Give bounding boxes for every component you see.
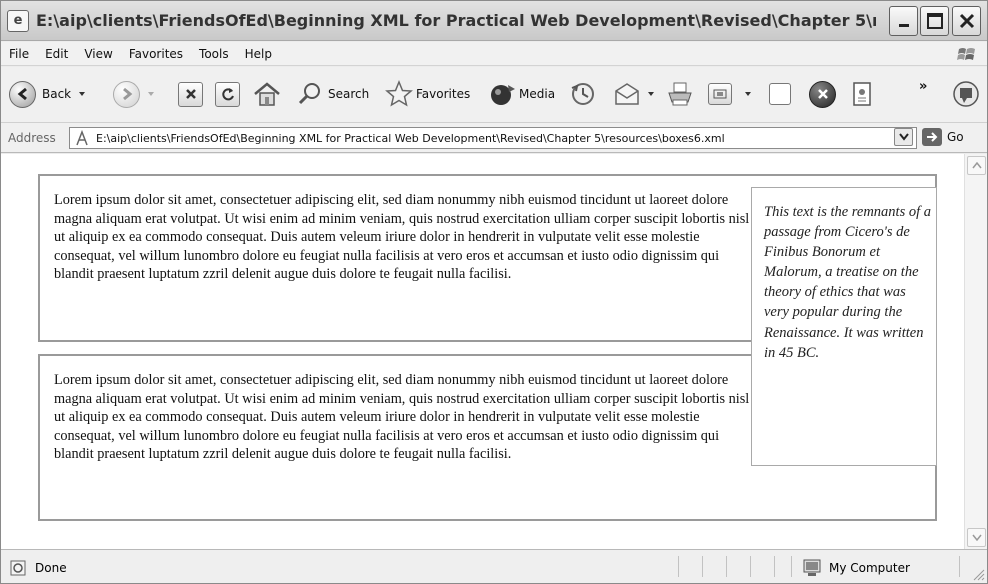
maximize-button[interactable] [920, 6, 949, 36]
home-button[interactable] [253, 77, 281, 111]
menu-view[interactable]: View [76, 47, 120, 61]
close-button[interactable] [952, 6, 981, 36]
media-button[interactable]: Media [488, 77, 555, 111]
history-button[interactable] [569, 77, 597, 111]
back-dropdown-icon [79, 92, 86, 96]
title-bar[interactable]: e E:\aip\clients\FriendsOfEd\Beginning X… [1, 1, 987, 41]
search-label: Search [328, 87, 370, 101]
refresh-icon [215, 81, 240, 107]
scroll-down-button[interactable] [967, 528, 986, 547]
floating-sidebar: This text is the remnants of a passage f… [751, 187, 937, 466]
go-button[interactable]: Go [922, 128, 964, 146]
edit-icon [708, 83, 732, 105]
xml-file-icon [76, 130, 88, 146]
back-label: Back [42, 87, 72, 101]
ie-icon: e [7, 9, 29, 32]
status-divider [959, 556, 960, 577]
browser-window: e E:\aip\clients\FriendsOfEd\Beginning X… [0, 0, 988, 584]
mail-icon [615, 83, 639, 105]
chevron-down-icon [971, 534, 982, 541]
edit-dropdown-icon [745, 92, 751, 96]
status-text-area: Done [9, 559, 67, 577]
window-title: E:\aip\clients\FriendsOfEd\Beginning XML… [36, 11, 876, 30]
home-icon [254, 82, 280, 106]
status-divider [678, 556, 679, 577]
stop-icon [178, 81, 203, 107]
status-divider [791, 556, 792, 577]
mail-dropdown-icon [648, 92, 654, 96]
windows-flag-icon [957, 48, 975, 60]
discuss-button[interactable] [769, 77, 791, 111]
status-divider [774, 556, 775, 577]
status-divider [726, 556, 727, 577]
mail-button[interactable] [614, 77, 657, 111]
toolbar-overflow[interactable]: » [919, 69, 927, 103]
messenger-icon [809, 80, 836, 108]
menu-bar: File Edit View Favorites Tools Help [1, 42, 987, 66]
page-content: Lorem ipsum dolor sit amet, consectetuer… [1, 154, 964, 549]
media-icon [491, 85, 515, 105]
vertical-scrollbar[interactable] [964, 154, 987, 549]
extra-tool-button[interactable] [951, 77, 981, 111]
discuss-icon [769, 83, 791, 105]
paragraph-2: Lorem ipsum dolor sit amet, consectetuer… [54, 372, 750, 463]
forward-dropdown-icon [148, 92, 154, 96]
media-label: Media [519, 87, 556, 101]
maximize-icon [926, 13, 943, 29]
page-icon [10, 560, 26, 576]
messenger-button[interactable] [809, 77, 836, 111]
research-button[interactable] [851, 77, 873, 111]
stop-button[interactable] [178, 77, 203, 111]
address-bar: Address E:\aip\clients\FriendsOfEd\Begin… [1, 123, 987, 153]
zone-label: My Computer [829, 561, 910, 575]
standard-toolbar: Back Search Favorites Media » [1, 67, 987, 123]
status-divider [750, 556, 751, 577]
paragraph-1: Lorem ipsum dolor sit amet, consectetuer… [54, 192, 750, 283]
star-icon [385, 80, 413, 107]
forward-icon [113, 80, 140, 108]
zone-indicator[interactable]: My Computer [801, 559, 910, 577]
status-text: Done [35, 561, 67, 575]
menu-file[interactable]: File [1, 47, 37, 61]
address-text: E:\aip\clients\FriendsOfEd\Beginning XML… [96, 131, 725, 145]
menu-help[interactable]: Help [237, 47, 280, 61]
resize-grip-icon[interactable] [971, 567, 985, 581]
history-icon [571, 83, 594, 105]
chevron-down-icon [898, 133, 909, 141]
back-icon [9, 80, 36, 108]
print-button[interactable] [666, 77, 694, 111]
sidebar-text: This text is the remnants of a passage f… [764, 204, 932, 361]
go-label: Go [947, 130, 964, 144]
research-icon [853, 82, 871, 106]
menu-tools[interactable]: Tools [191, 47, 237, 61]
search-icon [298, 83, 320, 105]
address-input[interactable]: E:\aip\clients\FriendsOfEd\Beginning XML… [69, 127, 917, 149]
back-button[interactable]: Back [9, 77, 88, 111]
minimize-button[interactable] [889, 6, 918, 36]
sms-icon [953, 81, 979, 107]
edit-button[interactable] [708, 77, 754, 111]
address-label: Address [8, 130, 56, 145]
close-icon [959, 13, 974, 29]
refresh-button[interactable] [215, 77, 240, 111]
go-arrow-icon [922, 128, 942, 146]
chevron-up-icon [971, 162, 982, 169]
menu-edit[interactable]: Edit [37, 47, 76, 61]
print-icon [668, 82, 692, 106]
favorites-label: Favorites [416, 87, 471, 101]
minimize-icon [898, 24, 909, 27]
status-divider [702, 556, 703, 577]
computer-icon [803, 559, 821, 576]
menu-favorites[interactable]: Favorites [121, 47, 191, 61]
address-dropdown-button[interactable] [894, 128, 913, 146]
forward-button[interactable] [113, 77, 157, 111]
status-bar: Done My Computer [1, 549, 987, 583]
scroll-up-button[interactable] [967, 156, 986, 175]
search-button[interactable]: Search [297, 77, 369, 111]
favorites-button[interactable]: Favorites [385, 77, 470, 111]
